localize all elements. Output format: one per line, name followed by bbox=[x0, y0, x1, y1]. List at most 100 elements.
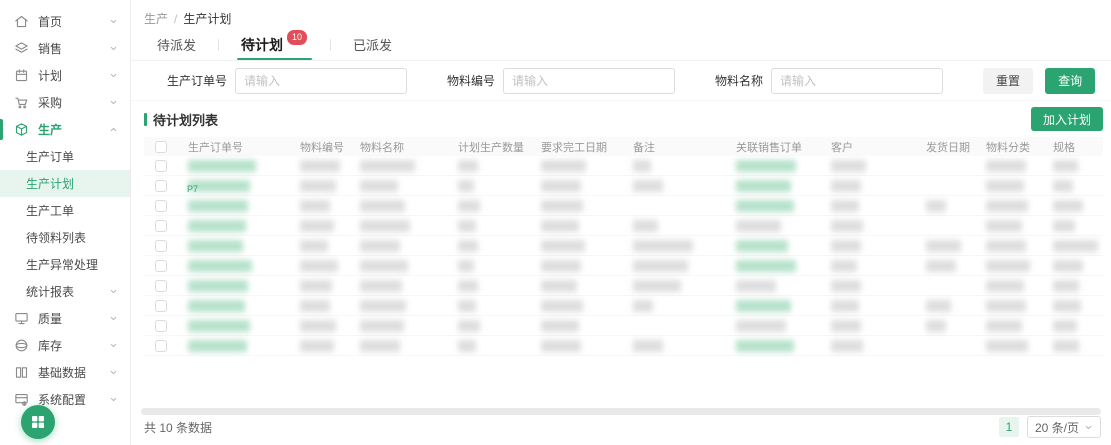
table-cell bbox=[178, 340, 290, 352]
table-cell bbox=[976, 180, 1043, 192]
horizontal-scrollbar[interactable] bbox=[141, 408, 1101, 415]
apps-launcher-button[interactable] bbox=[21, 405, 55, 439]
table-cell bbox=[623, 180, 726, 192]
redacted-value-block bbox=[458, 240, 478, 252]
table-cell bbox=[821, 320, 916, 332]
sidebar-item-1[interactable]: 销售 bbox=[0, 35, 130, 62]
sidebar-item-2[interactable]: 计划 bbox=[0, 62, 130, 89]
table-cell bbox=[1043, 300, 1111, 312]
redacted-value-block bbox=[300, 300, 330, 312]
table-row[interactable] bbox=[144, 316, 1103, 336]
cell-text-fragment: P7 bbox=[187, 185, 198, 194]
breadcrumb-parent[interactable]: 生产 bbox=[144, 12, 168, 26]
section-title: 待计划列表 bbox=[153, 110, 218, 129]
row-checkbox[interactable] bbox=[155, 240, 167, 252]
redacted-value-block bbox=[986, 320, 1022, 332]
search-button[interactable]: 查询 bbox=[1045, 68, 1095, 94]
page-size-label: 20 条/页 bbox=[1035, 419, 1079, 436]
row-checkbox[interactable] bbox=[155, 300, 167, 312]
table-cell bbox=[726, 160, 821, 172]
purchase-cart-icon bbox=[14, 95, 29, 110]
redacted-value-block bbox=[926, 260, 956, 272]
row-checkbox[interactable] bbox=[155, 280, 167, 292]
breadcrumb: 生产/生产计划 bbox=[131, 0, 1111, 29]
reset-button[interactable]: 重置 bbox=[983, 68, 1033, 94]
table-row[interactable] bbox=[144, 256, 1103, 276]
sidebar-item-8[interactable]: 系统配置 bbox=[0, 386, 130, 413]
redacted-value-block bbox=[188, 260, 252, 272]
sidebar-subitem-4-4[interactable]: 生产异常处理 bbox=[0, 251, 130, 278]
table-row[interactable] bbox=[144, 196, 1103, 216]
redacted-value-block bbox=[458, 220, 476, 232]
table-cell bbox=[821, 280, 916, 292]
column-header-9: 物料分类 bbox=[976, 139, 1043, 155]
sidebar-item-label: 质量 bbox=[38, 310, 62, 327]
redacted-value-block bbox=[986, 280, 1024, 292]
tab-label: 已派发 bbox=[353, 35, 392, 54]
pending-plan-table: 生产订单号物料编号物料名称计划生产数量要求完工日期备注关联销售订单客户发货日期物… bbox=[144, 137, 1103, 356]
filter-input-1[interactable] bbox=[503, 68, 675, 94]
sidebar-subitem-4-1[interactable]: 生产计划 bbox=[0, 170, 130, 197]
redacted-value-block bbox=[1053, 340, 1079, 352]
tab-0[interactable]: 待派发 bbox=[155, 29, 198, 60]
table-cell bbox=[448, 240, 531, 252]
home-icon bbox=[14, 14, 29, 29]
redacted-value-block bbox=[541, 240, 585, 252]
sidebar-subitem-label: 生产订单 bbox=[26, 148, 74, 165]
table-cell bbox=[531, 240, 623, 252]
pagination-bar: 共 10 条数据 1 20 条/页 bbox=[144, 416, 1101, 438]
tab-count-badge: 10 bbox=[286, 29, 308, 46]
sidebar-subitem-4-0[interactable]: 生产订单 bbox=[0, 143, 130, 170]
filter-input-0[interactable] bbox=[235, 68, 407, 94]
table-cell bbox=[531, 220, 623, 232]
page-number-button[interactable]: 1 bbox=[999, 417, 1019, 437]
chevron-down-icon bbox=[109, 71, 118, 80]
table-row[interactable] bbox=[144, 156, 1103, 176]
sidebar-subitem-4-3[interactable]: 待领料列表 bbox=[0, 224, 130, 251]
row-checkbox[interactable] bbox=[155, 320, 167, 332]
sidebar-subitem-4-2[interactable]: 生产工单 bbox=[0, 197, 130, 224]
redacted-value-block bbox=[831, 320, 861, 332]
sidebar-item-0[interactable]: 首页 bbox=[0, 8, 130, 35]
page-size-select[interactable]: 20 条/页 bbox=[1027, 416, 1101, 438]
sidebar-item-3[interactable]: 采购 bbox=[0, 89, 130, 116]
sidebar-item-7[interactable]: 基础数据 bbox=[0, 359, 130, 386]
table-cell bbox=[726, 340, 821, 352]
table-row[interactable]: P7 bbox=[144, 176, 1103, 196]
redacted-value-block bbox=[986, 240, 1026, 252]
table-row[interactable] bbox=[144, 296, 1103, 316]
row-checkbox[interactable] bbox=[155, 180, 167, 192]
row-checkbox[interactable] bbox=[155, 260, 167, 272]
redacted-value-block bbox=[188, 280, 248, 292]
tab-2[interactable]: 已派发 bbox=[351, 29, 394, 60]
row-checkbox[interactable] bbox=[155, 160, 167, 172]
table-body: P7 bbox=[144, 156, 1103, 356]
table-cell bbox=[916, 260, 976, 272]
table-cell bbox=[726, 180, 821, 192]
table-cell bbox=[290, 340, 350, 352]
table-cell bbox=[350, 340, 448, 352]
column-header-10: 规格 bbox=[1043, 139, 1111, 155]
sidebar-item-4[interactable]: 生产 bbox=[0, 116, 130, 143]
plan-icon bbox=[14, 68, 29, 83]
sidebar-item-5[interactable]: 质量 bbox=[0, 305, 130, 332]
table-cell bbox=[531, 340, 623, 352]
table-row[interactable] bbox=[144, 216, 1103, 236]
chevron-down-icon bbox=[109, 395, 118, 404]
tab-1[interactable]: 待计划 10 bbox=[239, 29, 310, 60]
select-all-checkbox[interactable] bbox=[155, 141, 167, 153]
row-checkbox[interactable] bbox=[155, 220, 167, 232]
sidebar-subitem-4-5[interactable]: 统计报表 bbox=[0, 278, 130, 305]
add-to-plan-button[interactable]: 加入计划 bbox=[1031, 107, 1103, 131]
row-checkbox[interactable] bbox=[155, 200, 167, 212]
column-header-3: 计划生产数量 bbox=[448, 139, 531, 155]
table-row[interactable] bbox=[144, 336, 1103, 356]
filter-input-2[interactable] bbox=[771, 68, 943, 94]
sidebar-item-6[interactable]: 库存 bbox=[0, 332, 130, 359]
table-row[interactable] bbox=[144, 276, 1103, 296]
filter-label: 物料名称 bbox=[715, 72, 763, 89]
redacted-value-block bbox=[831, 220, 863, 232]
table-row[interactable] bbox=[144, 236, 1103, 256]
redacted-value-block bbox=[633, 240, 693, 252]
row-checkbox[interactable] bbox=[155, 340, 167, 352]
